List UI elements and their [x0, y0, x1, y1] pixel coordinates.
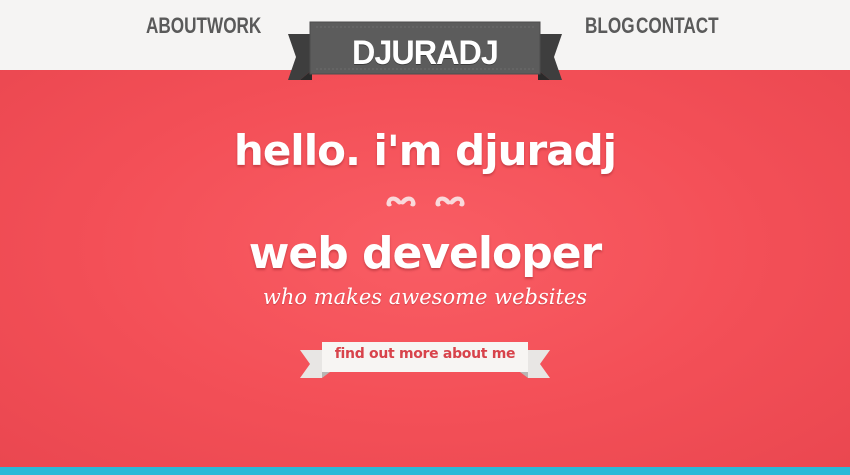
nav-work-link[interactable]: WORK: [207, 13, 261, 39]
hero-tagline: who makes awesome websites: [262, 285, 588, 309]
bottom-bar: [0, 467, 850, 475]
find-out-more-label: find out more about me: [334, 346, 516, 362]
mustache-icon: [435, 196, 465, 207]
hero-title: hello. i'm djuradj: [233, 126, 617, 175]
mustache-icon: [386, 196, 416, 207]
nav-contact-link[interactable]: CONTACT: [636, 13, 719, 39]
logo-text: DJURADJ: [352, 34, 499, 72]
logo-ribbon[interactable]: DJURADJ: [288, 20, 562, 86]
find-out-more-button[interactable]: find out more about me: [300, 338, 550, 382]
nav-about-link[interactable]: ABOUT: [146, 13, 207, 39]
nav-blog-link[interactable]: BLOG: [585, 13, 635, 39]
hero-subtitle: web developer: [248, 228, 603, 279]
